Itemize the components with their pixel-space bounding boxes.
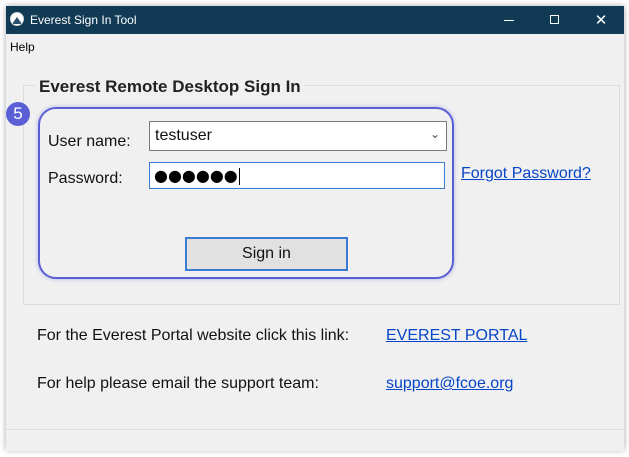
chevron-down-icon[interactable]: ⌄ (430, 127, 440, 141)
everest-portal-link[interactable]: EVEREST PORTAL (386, 327, 527, 345)
support-info-text: For help please email the support team: (37, 375, 319, 392)
menu-item-help[interactable]: Help (10, 40, 35, 54)
close-button[interactable]: ✕ (578, 6, 624, 34)
minimize-button[interactable] (486, 6, 532, 34)
portal-info-text: For the Everest Portal website click thi… (37, 327, 350, 344)
password-mask: ●●●●●● (154, 166, 238, 185)
status-bar (6, 429, 624, 451)
everest-app-icon (10, 12, 24, 26)
username-label: User name: (48, 133, 131, 150)
password-field[interactable]: ●●●●●● (149, 162, 445, 189)
text-caret (238, 168, 240, 185)
password-label: Password: (48, 170, 123, 187)
title-bar[interactable]: Everest Sign In Tool ✕ (6, 6, 624, 34)
signin-group-title: Everest Remote Desktop Sign In (35, 77, 305, 97)
maximize-icon (550, 15, 559, 24)
username-value: testuser (155, 127, 212, 144)
window-title: Everest Sign In Tool (30, 13, 137, 27)
menu-bar: Help (6, 34, 624, 58)
minimize-icon (504, 20, 514, 21)
app-window: Everest Sign In Tool ✕ Help Everest Remo… (6, 6, 624, 451)
step-badge: 5 (6, 102, 30, 126)
support-email-link[interactable]: support@fcoe.org (386, 375, 513, 393)
username-combobox[interactable]: testuser ⌄ (149, 121, 447, 151)
sign-in-button[interactable]: Sign in (185, 237, 348, 271)
close-icon: ✕ (594, 11, 608, 29)
maximize-button[interactable] (532, 6, 578, 34)
forgot-password-link[interactable]: Forgot Password? (461, 165, 591, 183)
